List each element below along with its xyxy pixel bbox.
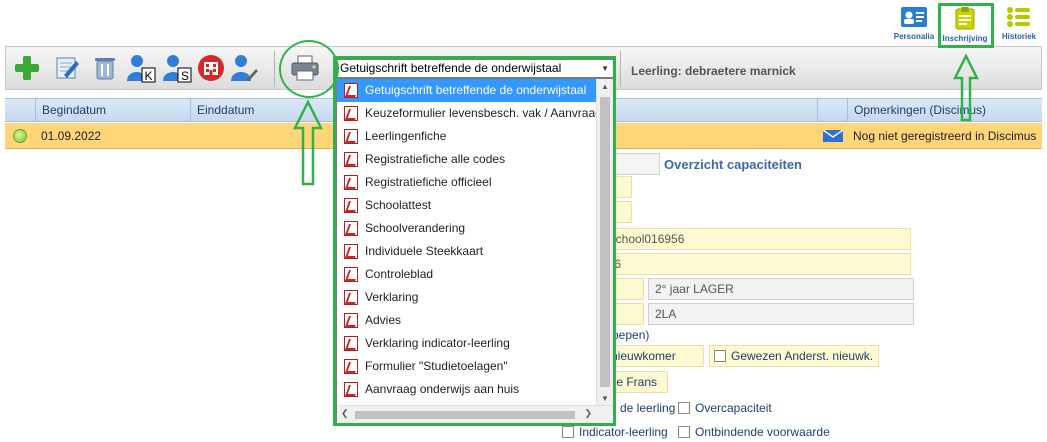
row-begindatum: 01.09.2022 xyxy=(41,129,102,143)
toolbar-separator xyxy=(274,51,275,87)
indicator-label: Indicator-leerling xyxy=(579,425,668,439)
plus-icon xyxy=(15,56,39,80)
jaar-field[interactable]: 2° jaar LAGER xyxy=(648,278,914,300)
overcapaciteit-checkbox[interactable]: Overcapaciteit xyxy=(678,401,772,415)
user-k-icon: K xyxy=(127,55,156,83)
svg-text:S: S xyxy=(181,69,189,83)
toolbar-separator xyxy=(620,51,621,87)
leerling-label: de leerling xyxy=(620,401,676,415)
row-opmerking: Nog niet geregistreerd in Discimus xyxy=(853,129,1037,143)
col-begindatum[interactable]: Begindatum xyxy=(35,99,190,121)
building-icon xyxy=(198,55,224,81)
trash-icon xyxy=(95,58,115,80)
id-card-icon xyxy=(901,7,927,27)
number-field[interactable]: 636 xyxy=(594,253,911,275)
indicator-checkbox[interactable]: Indicator-leerling xyxy=(562,425,668,439)
school-field[interactable]: isschool016956 xyxy=(594,228,911,250)
arrow-up-icon xyxy=(953,54,979,122)
gewezen-label: Gewezen Anderst. nieuwk. xyxy=(731,349,874,363)
edit-icon xyxy=(56,57,79,79)
mail-icon xyxy=(823,130,843,142)
checkbox-icon xyxy=(714,350,726,362)
nav-historiek-label: Historiek xyxy=(1001,32,1037,41)
checkbox-icon xyxy=(678,402,690,414)
nav-personalia[interactable]: Personalia xyxy=(891,6,937,41)
user-k-button[interactable]: K xyxy=(126,53,156,83)
list-icon xyxy=(1007,7,1030,27)
ontbindende-label: Ontbindende voorwaarde xyxy=(695,425,830,439)
overzicht-capaciteiten-link[interactable]: Overzicht capaciteiten xyxy=(664,157,802,172)
gewezen-checkbox[interactable]: Gewezen Anderst. nieuwk. xyxy=(709,345,879,367)
pupil-label: Leerling: debraetere marnick xyxy=(631,64,796,78)
ontbindende-checkbox[interactable]: Ontbindende voorwaarde xyxy=(678,425,830,439)
highlight-box-dropdown xyxy=(333,56,616,426)
user-s-icon: S xyxy=(163,55,192,83)
col-mail xyxy=(817,99,847,121)
edit-button[interactable] xyxy=(52,53,82,83)
nav-historiek[interactable]: Historiek xyxy=(996,6,1042,41)
col-opmerkingen[interactable]: Opmerkingen (Discimus) xyxy=(847,99,1042,121)
user-edit-icon xyxy=(231,55,258,81)
school-button[interactable] xyxy=(196,53,226,83)
checkbox-icon xyxy=(562,426,574,438)
svg-text:K: K xyxy=(145,69,153,83)
add-button[interactable] xyxy=(12,53,42,83)
arrow-up-icon xyxy=(293,100,323,186)
user-s-button[interactable]: S xyxy=(162,53,192,83)
highlight-circle-print xyxy=(279,40,339,98)
checkbox-icon xyxy=(678,426,690,438)
overcapaciteit-label: Overcapaciteit xyxy=(695,401,772,415)
status-dot-icon xyxy=(13,129,27,143)
klas-field[interactable]: 2LA xyxy=(648,303,914,325)
user-edit-button[interactable] xyxy=(230,53,260,83)
grid-header-indicator xyxy=(5,99,35,121)
nav-personalia-label: Personalia xyxy=(893,32,935,41)
delete-button[interactable] xyxy=(90,53,120,83)
highlight-box-inschrijving xyxy=(938,3,994,48)
